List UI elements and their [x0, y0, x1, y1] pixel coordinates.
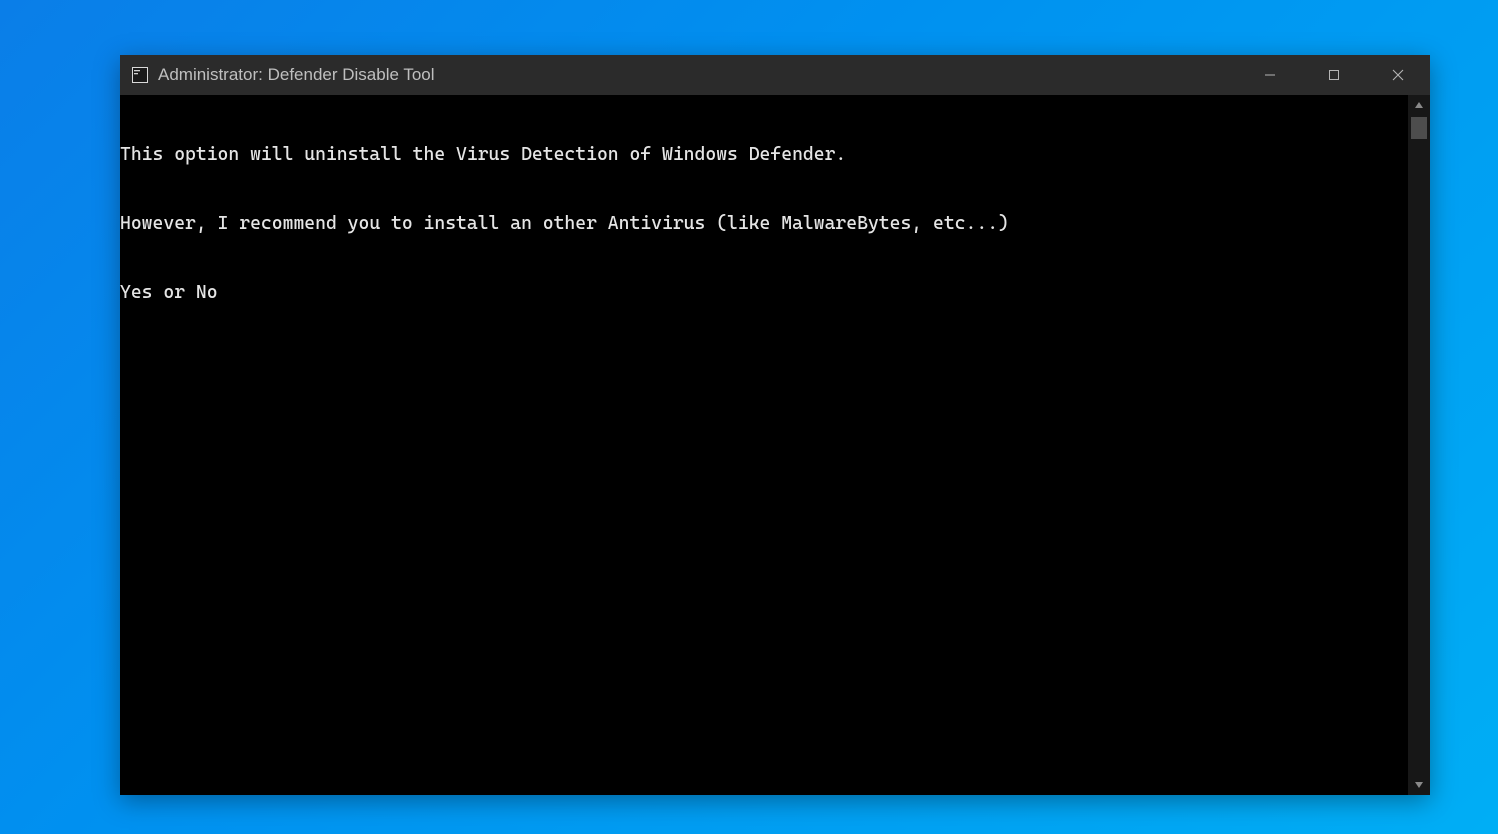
scroll-down-arrow-icon[interactable]: [1408, 775, 1430, 795]
scroll-up-arrow-icon[interactable]: [1408, 95, 1430, 115]
window-controls: [1238, 55, 1430, 95]
window-title: Administrator: Defender Disable Tool: [158, 65, 435, 85]
console-line: This option will uninstall the Virus Det…: [120, 143, 1408, 166]
maximize-button[interactable]: [1302, 55, 1366, 95]
scroll-thumb[interactable]: [1411, 117, 1427, 139]
scroll-track[interactable]: [1408, 115, 1430, 775]
vertical-scrollbar[interactable]: [1408, 95, 1430, 795]
console-line: Yes or No: [120, 281, 1408, 304]
client-area: This option will uninstall the Virus Det…: [120, 95, 1430, 795]
cmd-icon: [132, 67, 148, 83]
close-button[interactable]: [1366, 55, 1430, 95]
console-window: Administrator: Defender Disable Tool Thi…: [120, 55, 1430, 795]
console-line: However, I recommend you to install an o…: [120, 212, 1408, 235]
titlebar[interactable]: Administrator: Defender Disable Tool: [120, 55, 1430, 95]
console-output[interactable]: This option will uninstall the Virus Det…: [120, 95, 1408, 795]
minimize-button[interactable]: [1238, 55, 1302, 95]
